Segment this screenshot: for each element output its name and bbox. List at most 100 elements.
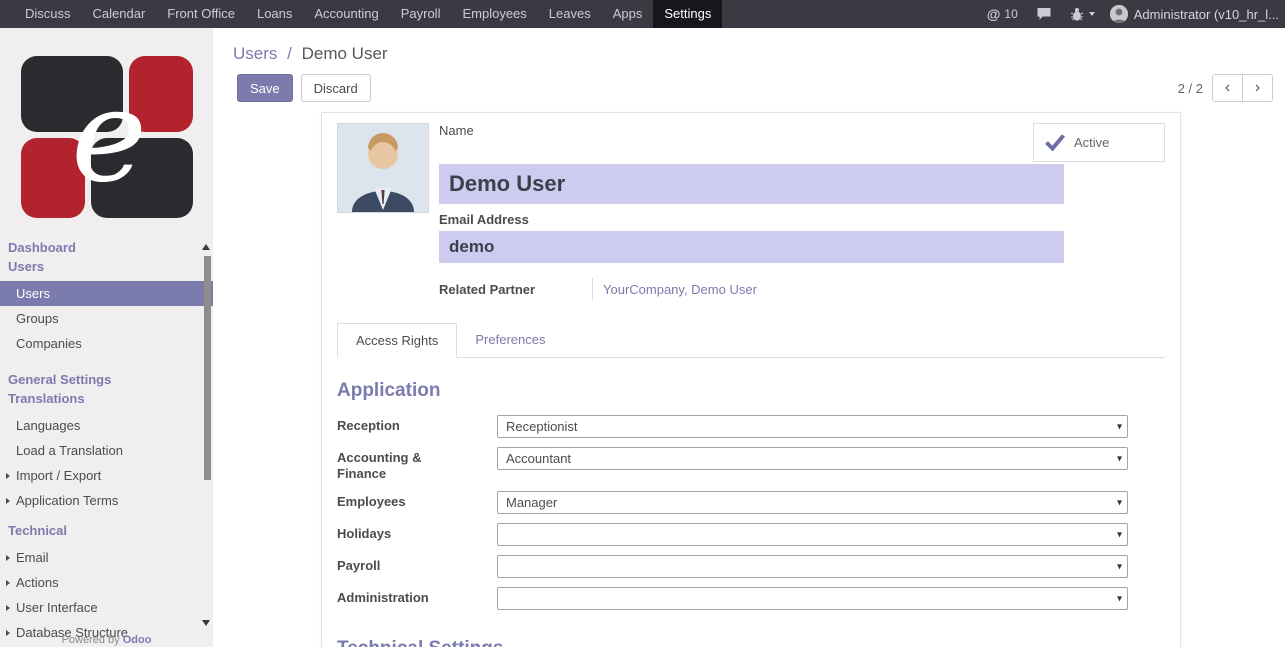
field-row-holidays: Holidays ▾ [337,523,1165,546]
menu-accounting[interactable]: Accounting [303,0,389,28]
menu-loans[interactable]: Loans [246,0,303,28]
check-icon [1044,133,1066,152]
pager-previous-button[interactable]: ‹ [1212,74,1243,102]
sidebar: e Dashboard Users Users Groups Companies… [0,28,213,647]
field-label-reception: Reception [337,415,497,438]
field-label-employees: Employees [337,491,497,514]
reception-select[interactable]: Receptionist ▾ [497,415,1128,438]
sidebar-item-application-terms[interactable]: Application Terms [0,488,213,513]
sidebar-scrollbar-thumb[interactable] [204,256,211,480]
sidebar-item-label: Actions [16,575,59,590]
sidebar-section: General Settings [0,370,213,389]
technical-settings-section-title: Technical Settings [337,638,1165,647]
sidebar-item-label: User Interface [16,600,98,615]
caret-down-icon [1089,12,1095,16]
email-label: Email Address [439,212,1165,228]
dropdown-arrow-icon: ▾ [1117,593,1122,604]
menu-leaves[interactable]: Leaves [538,0,602,28]
menu-employees[interactable]: Employees [451,0,537,28]
sidebar-item-label: Email [16,550,49,565]
sidebar-section-general-settings[interactable]: General Settings [0,370,213,389]
scroll-down-icon[interactable] [202,620,210,626]
expand-arrow-icon [6,555,10,561]
scroll-up-icon[interactable] [202,244,210,250]
sidebar-item-users[interactable]: Users [0,281,213,306]
company-logo: e [21,56,193,218]
user-name: Administrator (v10_hr_l... [1134,7,1279,22]
field-row-employees: Employees Manager ▾ [337,491,1165,514]
sidebar-section-translations[interactable]: Translations [0,389,213,408]
menu-settings[interactable]: Settings [653,0,722,28]
save-button[interactable]: Save [237,74,293,102]
chat-button[interactable] [1027,0,1061,28]
sidebar-section: Dashboard [0,238,213,257]
dropdown-arrow-icon: ▾ [1117,453,1122,464]
sidebar-item-email[interactable]: Email [0,545,213,570]
chat-icon [1036,7,1052,21]
related-partner-link[interactable]: YourCompany, Demo User [603,282,757,297]
user-menu-button[interactable]: Administrator (v10_hr_l... [1104,0,1285,28]
name-input[interactable] [439,164,1064,204]
mentions-icon: @ [987,6,1001,22]
expand-arrow-icon [6,498,10,504]
chevron-right-icon: › [1255,79,1260,96]
application-section-title: Application [337,380,1165,402]
accounting-finance-select[interactable]: Accountant ▾ [497,447,1128,470]
menu-apps[interactable]: Apps [602,0,654,28]
email-input[interactable] [439,231,1064,263]
sidebar-item-user-interface[interactable]: User Interface [0,595,213,620]
field-row-reception: Reception Receptionist ▾ [337,415,1165,438]
sidebar-section-technical[interactable]: Technical [0,521,213,540]
mentions-count: 10 [1004,7,1017,21]
sidebar-item-load-a-translation[interactable]: Load a Translation [0,438,213,463]
pager-next-button[interactable]: › [1242,74,1273,102]
breadcrumb: Users / Demo User [213,28,1285,64]
sidebar-section: Technical Email Actions User Interface [0,521,213,645]
related-partner-row: Related Partner YourCompany, Demo User [439,278,1165,300]
debug-menu-button[interactable] [1061,0,1104,28]
administration-select[interactable]: ▾ [497,587,1128,610]
pager: 2 / 2 ‹ › [1178,74,1273,102]
sidebar-section-dashboard[interactable]: Dashboard [0,238,213,257]
app-window: Discuss Calendar Front Office Loans Acco… [0,0,1285,647]
menu-front-office[interactable]: Front Office [156,0,246,28]
selected-value: Accountant [506,451,571,466]
active-checkbox[interactable]: Active [1033,123,1165,162]
mentions-button[interactable]: @ 10 [978,0,1027,28]
svg-text:e: e [71,62,147,211]
form-fields: Name Active Email Address Related Partne… [439,123,1165,300]
breadcrumb-separator: / [287,44,292,63]
topbar-right: @ 10 [978,0,1285,28]
access-rights-panel: Application Reception Receptionist ▾ Acc… [337,358,1165,647]
holidays-select[interactable]: ▾ [497,523,1128,546]
sidebar-item-label: Import / Export [16,468,101,483]
sidebar-section-users[interactable]: Users [0,257,213,276]
sidebar-item-languages[interactable]: Languages [0,413,213,438]
field-label-accounting-finance: Accounting & Finance [337,447,497,482]
sidebar-item-import-export[interactable]: Import / Export [0,463,213,488]
menu-calendar[interactable]: Calendar [82,0,157,28]
user-photo[interactable] [337,123,429,213]
breadcrumb-current: Demo User [302,44,388,63]
sidebar-item-groups[interactable]: Groups [0,306,213,331]
menu-payroll[interactable]: Payroll [390,0,452,28]
discard-button[interactable]: Discard [301,74,371,102]
tab-preferences[interactable]: Preferences [457,323,563,357]
sidebar-item-companies[interactable]: Companies [0,331,213,356]
tab-access-rights[interactable]: Access Rights [337,323,457,358]
sidebar-item-actions[interactable]: Actions [0,570,213,595]
dropdown-arrow-icon: ▾ [1117,421,1122,432]
selected-value: Manager [506,495,557,510]
notebook-tabs: Access Rights Preferences [337,323,1165,358]
topbar: Discuss Calendar Front Office Loans Acco… [0,0,1285,28]
dropdown-arrow-icon: ▾ [1117,561,1122,572]
menu-discuss[interactable]: Discuss [14,0,82,28]
breadcrumb-users-link[interactable]: Users [233,44,277,63]
odoo-brand-link[interactable]: Odoo [123,634,152,646]
payroll-select[interactable]: ▾ [497,555,1128,578]
employees-select[interactable]: Manager ▾ [497,491,1128,514]
powered-by-footer: Powered by Odoo [0,634,213,647]
user-avatar [1110,5,1128,23]
control-panel: Save Discard 2 / 2 ‹ › [213,64,1285,102]
sidebar-section: Users Users Groups Companies [0,257,213,356]
